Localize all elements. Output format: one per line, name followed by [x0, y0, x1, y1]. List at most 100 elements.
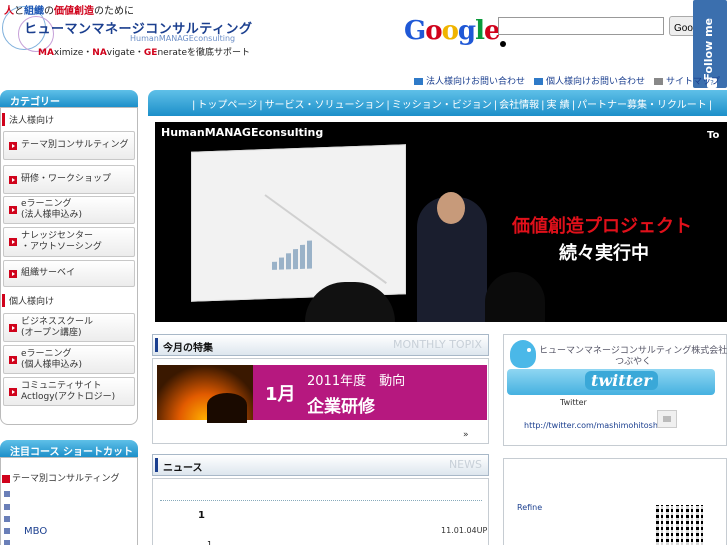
corporate-category-item-label: 組織サーベイ: [21, 268, 76, 278]
corporate-inquiry-link[interactable]: 法人様向けお問い合わせ: [414, 74, 525, 87]
sunset-silhouette: [207, 393, 247, 423]
nav-item[interactable]: 実 績: [547, 100, 570, 111]
feature-line1: 2011年度 動向: [307, 374, 406, 389]
corporate-category-item-label: ナレッジセンター ・アウトソーシング: [21, 231, 102, 252]
nav-item[interactable]: パートナー募集・リクルート: [577, 100, 707, 111]
personal-category-item[interactable]: ビジネススクール (オープン講座): [3, 313, 135, 342]
bullet-arrow-icon: [4, 528, 10, 534]
twitter-label: Twitter: [560, 398, 587, 407]
nav-separator: |: [708, 100, 713, 111]
corporate-group-label: 法人様向け: [2, 113, 54, 126]
site-logo[interactable]: 人と組織の価値創造のために ヒューマンマネージコンサルティング HumanMAN…: [0, 0, 252, 68]
news-item-date: 11.01.04UP: [441, 526, 488, 535]
nav-item[interactable]: サービス・ソリューション: [265, 100, 385, 111]
screen-bar: [293, 249, 298, 270]
arrow-right-icon: [9, 323, 17, 332]
arrow-right-icon: [9, 355, 17, 364]
hero-headline-white: 続々実行中: [559, 243, 649, 264]
monthly-title-jp: 今月の特集: [163, 343, 213, 354]
screen-bar: [272, 261, 277, 270]
news-item-number: 1: [207, 540, 213, 545]
twitter-url-link[interactable]: http://twitter.com/mashimohitoshi: [524, 421, 660, 430]
google-logo-letter: g: [457, 16, 476, 46]
news-item-number: 1: [198, 510, 205, 521]
corporate-category-item[interactable]: ナレッジセンター ・アウトソーシング: [3, 227, 135, 257]
personal-group-label: 個人様向け: [2, 294, 54, 307]
header-accent: [155, 338, 158, 352]
personal-inquiry-link[interactable]: 個人様向けお問い合わせ: [534, 74, 645, 87]
nav-separator: |: [386, 100, 390, 111]
presenter-head: [437, 192, 465, 224]
news-title-jp: ニュース: [163, 463, 203, 474]
screen-bar: [307, 240, 312, 269]
qr-code-icon: [656, 505, 706, 545]
tagline-text: のために: [94, 6, 134, 17]
page: 人と組織の価値創造のために ヒューマンマネージコンサルティング HumanMAN…: [0, 0, 727, 545]
category-header: カテゴリー: [0, 90, 138, 108]
site-slogan: MAximize・NAvigate・GEnerateを徹底サポート: [38, 45, 250, 58]
mail-icon: [534, 78, 543, 85]
shortcut-header: 注目コース ショートカット: [0, 440, 138, 458]
nav-separator: |: [259, 100, 263, 111]
arrow-right-icon: [9, 387, 17, 396]
sitemap-link[interactable]: サイトマップ: [654, 74, 720, 87]
slogan-text: ximize・: [53, 48, 93, 58]
tagline-org: 組織: [24, 6, 44, 17]
twitter-company-name: ヒューマンマネージコンサルティング株式会社: [539, 346, 727, 356]
feature-more-link[interactable]: »: [463, 430, 469, 440]
google-logo-letter: o: [425, 16, 442, 46]
twitter-avatar-icon[interactable]: [657, 410, 677, 428]
arrow-right-icon: [9, 175, 17, 184]
search-radio-button[interactable]: [500, 41, 506, 47]
refine-link[interactable]: Refine: [517, 503, 542, 512]
shortcut-theme-consulting-link[interactable]: テーマ別コンサルティング: [2, 471, 119, 484]
nav-item[interactable]: 会社情報: [499, 100, 539, 111]
bullet-arrow-icon: [4, 504, 10, 510]
twitter-bird-icon: [510, 340, 536, 368]
tagline-text: の: [44, 6, 54, 17]
corporate-category-item[interactable]: eラーニング (法人様申込み): [3, 196, 135, 224]
corporate-category-item[interactable]: 研修・ワークショップ: [3, 165, 135, 194]
follow-me-label: Follow me: [702, 18, 715, 81]
tagline-person: 人: [4, 6, 14, 17]
hero-headline-red: 価値創造プロジェクト: [512, 216, 692, 237]
news-header: ニュース NEWS: [152, 454, 489, 476]
nav-separator: |: [541, 100, 545, 111]
hero-banner[interactable]: HumanMANAGEconsulting To 価値創造プロジェクト 続々実行…: [155, 122, 727, 322]
audience-figure: [485, 272, 545, 322]
personal-category-item[interactable]: コミュニティサイト Actlogy(アクトロジー): [3, 377, 135, 406]
shortcut-mbo-link[interactable]: MBO: [24, 526, 47, 537]
tagline-text: と: [14, 6, 24, 17]
slogan-text: vigate・: [106, 48, 144, 58]
corporate-category-item-label: 研修・ワークショップ: [21, 174, 112, 184]
twitter-subtitle: つぶやく: [615, 357, 652, 367]
arrow-right-icon: [9, 238, 17, 246]
mail-icon: [414, 78, 423, 85]
nav-item[interactable]: トップページ: [197, 100, 257, 111]
bullet-arrow-icon: [4, 516, 10, 522]
personal-category-item-label: コミュニティサイト Actlogy(アクトロジー): [21, 380, 116, 402]
arrow-right-icon: [9, 206, 17, 214]
hero-brand: HumanMANAGEconsulting: [161, 126, 324, 139]
corporate-category-item[interactable]: 組織サーベイ: [3, 260, 135, 287]
screen-bar: [300, 244, 305, 269]
arrow-right-icon: [9, 141, 17, 150]
global-nav-items: | トップページ | サービス・ソリューション | ミッション・ビジョン | 会社情報 | 実 績…: [190, 96, 714, 111]
arrow-right-icon: [2, 474, 10, 483]
sitemap-label: サイトマップ: [666, 77, 721, 87]
presentation-screen: [191, 144, 406, 302]
corporate-category-item[interactable]: テーマ別コンサルティング: [3, 131, 135, 160]
google-logo-letter: G: [404, 16, 426, 46]
personal-category-item-label: ビジネススクール (オープン講座): [21, 316, 94, 338]
personal-category-item[interactable]: eラーニング (個人様申込み): [3, 345, 135, 374]
nav-item[interactable]: ミッション・ビジョン: [392, 100, 492, 111]
twitter-logo: twitter: [585, 371, 658, 390]
slogan-text: nerateを徹底サポート: [157, 48, 250, 58]
header-accent: [155, 458, 158, 472]
feature-month: 1月: [265, 384, 296, 405]
search-input[interactable]: [498, 17, 664, 35]
shortcut-label: テーマ別コンサルティング: [12, 474, 120, 484]
personal-inquiry-label: 個人様向けお問い合わせ: [546, 77, 646, 87]
corporate-category-item-label: テーマ別コンサルティング: [21, 140, 129, 150]
google-logo-letter: l: [475, 16, 485, 46]
